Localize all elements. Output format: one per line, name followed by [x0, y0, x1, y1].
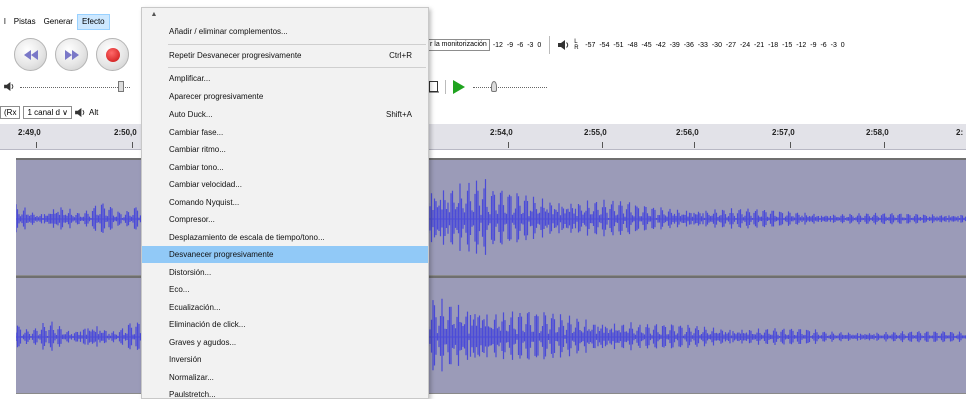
timeline-tickmark: [508, 142, 509, 148]
menu-item-label: Añadir / eliminar complementos...: [169, 27, 288, 36]
menu-item-label: Eco...: [169, 285, 190, 294]
play-at-speed-icon[interactable]: [453, 80, 465, 94]
menu-effect[interactable]: Efecto: [76, 14, 110, 30]
menu-item-label: Compresor...: [169, 215, 215, 224]
channels-dropdown[interactable]: 1 canal d ∨: [23, 105, 73, 119]
menu-item-change-pitch[interactable]: Cambiar tono...: [142, 159, 428, 176]
chevron-down-icon: ∨: [62, 107, 69, 117]
menu-item-label: Cambiar velocidad...: [169, 180, 242, 189]
speaker-icon: [4, 82, 14, 91]
effect-menu: ▲ Añadir / eliminar complementos... Repe…: [141, 7, 429, 399]
timeline-tickmark: [602, 142, 603, 148]
loop-icon: [429, 81, 439, 93]
timeline-tickmark: [694, 142, 695, 148]
menu-item-nyquist-prompt[interactable]: Comando Nyquist...: [142, 194, 428, 211]
menu-item-bass-treble[interactable]: Graves y agudos...: [142, 334, 428, 351]
menu-separator: [168, 44, 426, 45]
menu-item-invert[interactable]: Inversión: [142, 351, 428, 368]
menu-item-label: Desplazamiento de escala de tiempo/tono.…: [169, 233, 325, 242]
speaker-icon: [75, 107, 85, 117]
menu-item-label: Aparecer progresivamente: [169, 92, 264, 101]
menu-item-label: Distorsión...: [169, 268, 212, 277]
timeline-tick: 2:56,0: [676, 128, 699, 137]
menu-item-compressor[interactable]: Compresor...: [142, 211, 428, 228]
menu-item-normalize[interactable]: Normalizar...: [142, 369, 428, 386]
menu-item-time-pitch-scale[interactable]: Desplazamiento de escala de tiempo/tono.…: [142, 229, 428, 246]
menu-item-label: Ecualización...: [169, 303, 221, 312]
menu-item-label: Auto Duck...: [169, 110, 213, 119]
skip-start-icon: [23, 49, 38, 60]
skip-end-icon: [64, 49, 79, 60]
volume-slider-row: [0, 78, 140, 96]
menu-shortcut: Ctrl+R: [389, 51, 412, 60]
menu-item-click-removal[interactable]: Eliminación de click...: [142, 316, 428, 333]
menu-item-label: Cambiar tono...: [169, 163, 224, 172]
output-device-dropdown[interactable]: Alt: [89, 108, 98, 117]
menu-item-label: Cambiar fase...: [169, 128, 224, 137]
toolbar-divider: [549, 36, 551, 54]
skip-to-end-button[interactable]: [55, 38, 88, 71]
menu-item-amplify[interactable]: Amplificar...: [142, 70, 428, 87]
menu-item-label: Repetir Desvanecer progresivamente: [169, 51, 302, 60]
transport-toolbar: [14, 38, 129, 72]
menu-item-fade-in[interactable]: Aparecer progresivamente: [142, 88, 428, 105]
menu-item-repeat-fade-out[interactable]: Repetir Desvanecer progresivamente Ctrl+R: [142, 47, 428, 64]
menu-item-change-phase[interactable]: Cambiar fase...: [142, 124, 428, 141]
menu-scroll-up-icon[interactable]: ▲: [144, 10, 164, 20]
timeline-tick: 2:57,0: [772, 128, 795, 137]
menu-shortcut: Shift+A: [385, 110, 412, 119]
menu-item-label: Paulstretch...: [169, 390, 216, 399]
toolbar-divider: [445, 80, 446, 94]
volume-slider-track[interactable]: [20, 87, 130, 88]
menu-item-fade-out[interactable]: Desvanecer progresivamente: [142, 246, 428, 263]
menu-item-equalization[interactable]: Ecualización...: [142, 299, 428, 316]
timeline-tick: 2:55,0: [584, 128, 607, 137]
timeline-tickmark: [790, 142, 791, 148]
timeline-tickmark: [36, 142, 37, 148]
speaker-icon: [558, 40, 569, 50]
menu-item-paulstretch[interactable]: Paulstretch...: [142, 386, 428, 399]
timeline-tick: 2:58,0: [866, 128, 889, 137]
timeline-tick: 2:: [956, 128, 964, 137]
device-toolbar: (Rx 1 canal d ∨ Alt: [0, 104, 150, 120]
skip-to-start-button[interactable]: [14, 38, 47, 71]
channels-label: 1 canal d: [27, 107, 60, 117]
menu-bar: l Pistas Generar Efecto: [0, 14, 150, 30]
play-at-speed-row: [427, 78, 567, 96]
playback-meter-scale[interactable]: -57 -54 -51 -48 -45 -42 -39 -36 -33 -30 …: [585, 42, 844, 49]
menu-item-partial[interactable]: l: [0, 14, 10, 30]
menu-item-label: Cambiar ritmo...: [169, 145, 226, 154]
record-icon: [105, 47, 120, 62]
menu-separator: [168, 67, 426, 68]
menu-item-label: Normalizar...: [169, 373, 214, 382]
audio-host-dropdown[interactable]: (Rx: [0, 105, 21, 119]
record-button[interactable]: [96, 38, 129, 71]
menu-item-label: Comando Nyquist...: [169, 198, 240, 207]
record-meter-scale[interactable]: -12 -9 -6 -3 0: [493, 42, 541, 49]
menu-item-add-remove-plugins[interactable]: Añadir / eliminar complementos...: [142, 23, 428, 40]
menu-item-auto-duck[interactable]: Auto Duck... Shift+A: [142, 106, 428, 123]
menu-item-distortion[interactable]: Distorsión...: [142, 264, 428, 281]
menu-item-label: Inversión: [169, 355, 202, 364]
record-meter-label[interactable]: r la monitorización: [427, 39, 490, 51]
speed-slider-track[interactable]: [473, 87, 547, 88]
volume-slider-thumb[interactable]: [118, 81, 124, 92]
menu-item-echo[interactable]: Eco...: [142, 281, 428, 298]
speed-slider-thumb[interactable]: [491, 81, 497, 92]
timeline-tickmark: [132, 142, 133, 148]
menu-item-change-tempo[interactable]: Cambiar ritmo...: [142, 141, 428, 158]
meter-toolbar: r la monitorización -12 -9 -6 -3 0 L R -…: [427, 32, 966, 58]
timeline-tickmark: [884, 142, 885, 148]
playback-channel-labels: L R: [574, 39, 579, 51]
menu-generate[interactable]: Generar: [40, 14, 77, 30]
menu-tracks[interactable]: Pistas: [10, 14, 40, 30]
timeline-tick: 2:54,0: [490, 128, 513, 137]
menu-item-label: Eliminación de click...: [169, 320, 246, 329]
menu-item-label: Graves y agudos...: [169, 338, 237, 347]
menu-item-change-speed[interactable]: Cambiar velocidad...: [142, 176, 428, 193]
menu-item-label: Amplificar...: [169, 74, 211, 83]
timeline-tick: 2:49,0: [18, 128, 41, 137]
menu-item-label: Desvanecer progresivamente: [169, 250, 274, 259]
timeline-tick: 2:50,0: [114, 128, 137, 137]
